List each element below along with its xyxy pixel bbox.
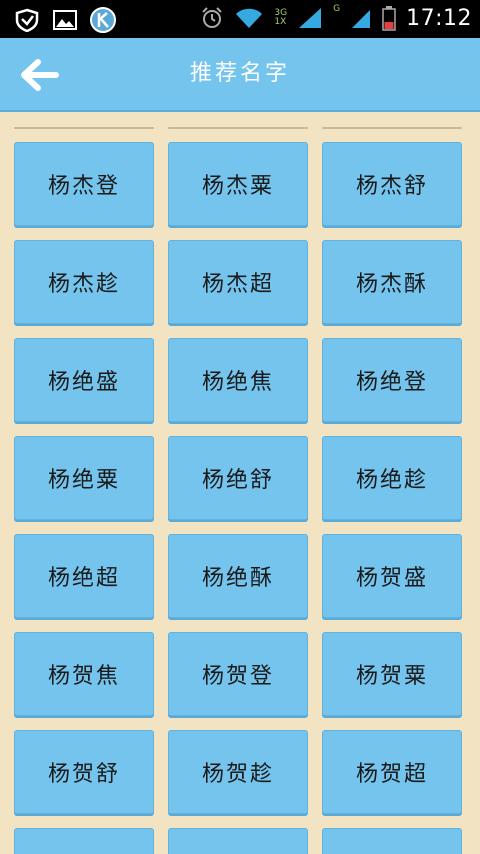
name-button[interactable]: 杨杰超 <box>168 240 308 324</box>
name-button[interactable]: 杨杰趁 <box>14 240 154 324</box>
name-button[interactable]: 杨贺登 <box>168 632 308 716</box>
battery-icon <box>382 6 396 31</box>
k-app-icon <box>90 7 116 33</box>
name-button[interactable]: 杨贺盛 <box>322 534 462 618</box>
name-button[interactable]: 杨杰登 <box>14 142 154 226</box>
arrow-left-icon <box>21 59 59 91</box>
partial-row-top <box>14 127 154 129</box>
name-button[interactable]: 杨绝登 <box>322 338 462 422</box>
name-button[interactable]: 杨贺粟 <box>322 632 462 716</box>
network-g-label: G <box>333 4 341 14</box>
name-button[interactable]: 杨杰粟 <box>168 142 308 226</box>
name-button[interactable]: 杨绝酥 <box>168 534 308 618</box>
clock: 17:12 <box>406 5 472 31</box>
status-bar: 3G 1X G 17:12 <box>0 0 480 38</box>
name-grid[interactable]: 杨杰登 杨杰粟 杨杰舒 杨杰趁 杨杰超 杨杰酥 杨绝盛 杨绝焦 杨绝登 杨绝粟 杨绝舒 杨绝趁 杨绝超杨… <box>0 112 480 854</box>
wifi-icon <box>236 8 263 28</box>
name-button[interactable]: 杨杰酥 <box>322 240 462 324</box>
name-button[interactable]: 杨绝舒 <box>168 436 308 520</box>
page-title: 推荐名字 <box>189 61 290 86</box>
name-button[interactable]: 杨绝超 <box>14 534 154 618</box>
signal-icon <box>299 8 322 28</box>
name-button[interactable]: 杨贺舒 <box>14 730 154 814</box>
partial-row-top <box>322 127 462 129</box>
network-type: 3G 1X <box>274 9 287 27</box>
network-1x-label: 1X <box>274 17 287 27</box>
partial-row-top <box>168 127 308 129</box>
partial-row-bottom[interactable] <box>14 828 154 854</box>
partial-row-bottom[interactable] <box>322 828 462 854</box>
gallery-icon <box>53 10 77 30</box>
alarm-icon <box>202 7 223 28</box>
signal-icon <box>352 10 371 28</box>
partial-row-bottom[interactable] <box>168 828 308 854</box>
name-button[interactable]: 杨绝粟 <box>14 436 154 520</box>
name-button[interactable]: 杨贺超 <box>322 730 462 814</box>
name-button[interactable]: 杨杰舒 <box>322 142 462 226</box>
app-bar: 推荐名字 <box>0 38 480 112</box>
name-button[interactable]: 杨绝焦 <box>168 338 308 422</box>
name-button[interactable]: 杨绝趁 <box>322 436 462 520</box>
name-button[interactable]: 杨贺趁 <box>168 730 308 814</box>
name-button[interactable]: 杨贺焦 <box>14 632 154 716</box>
name-button[interactable]: 杨绝盛 <box>14 338 154 422</box>
back-button[interactable] <box>18 56 60 94</box>
shield-icon <box>15 8 39 32</box>
